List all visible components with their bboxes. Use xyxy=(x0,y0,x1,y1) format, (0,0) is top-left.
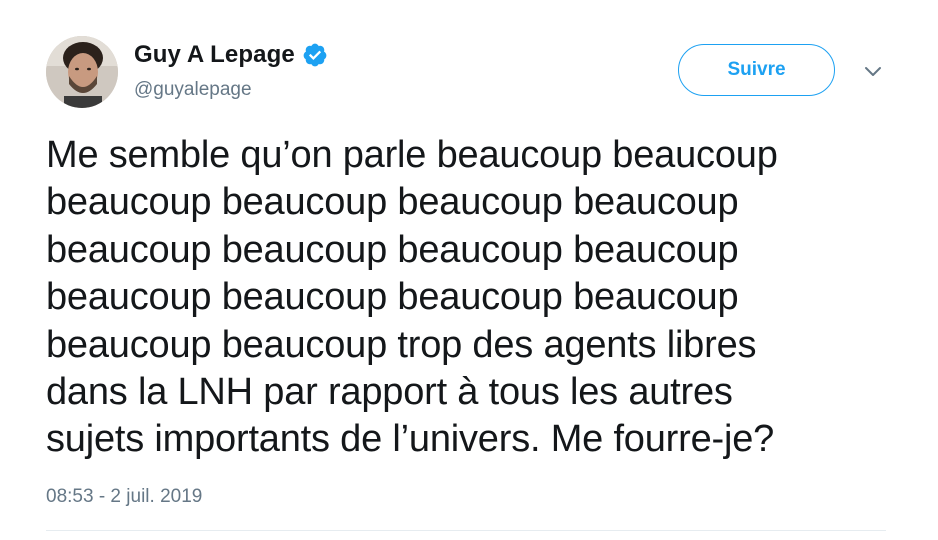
tweet-text: Me semble qu’on parle beaucoup beaucoup … xyxy=(46,134,778,461)
follow-button[interactable]: Suivre xyxy=(678,44,835,96)
author-handle[interactable]: @guyalepage xyxy=(134,79,252,101)
author-name-row: Guy A Lepage xyxy=(134,40,328,70)
author-display-name[interactable]: Guy A Lepage xyxy=(134,41,295,69)
user-avatar-photo xyxy=(46,36,118,108)
verified-badge-icon xyxy=(302,42,328,68)
divider xyxy=(46,530,886,531)
chevron-down-icon[interactable] xyxy=(862,64,884,80)
tweet-card: Guy A Lepage @guyalepage Suivre Me sembl… xyxy=(0,0,938,540)
tweet-timestamp[interactable]: 08:53 - 2 juil. 2019 xyxy=(46,486,202,508)
avatar[interactable] xyxy=(46,36,118,108)
